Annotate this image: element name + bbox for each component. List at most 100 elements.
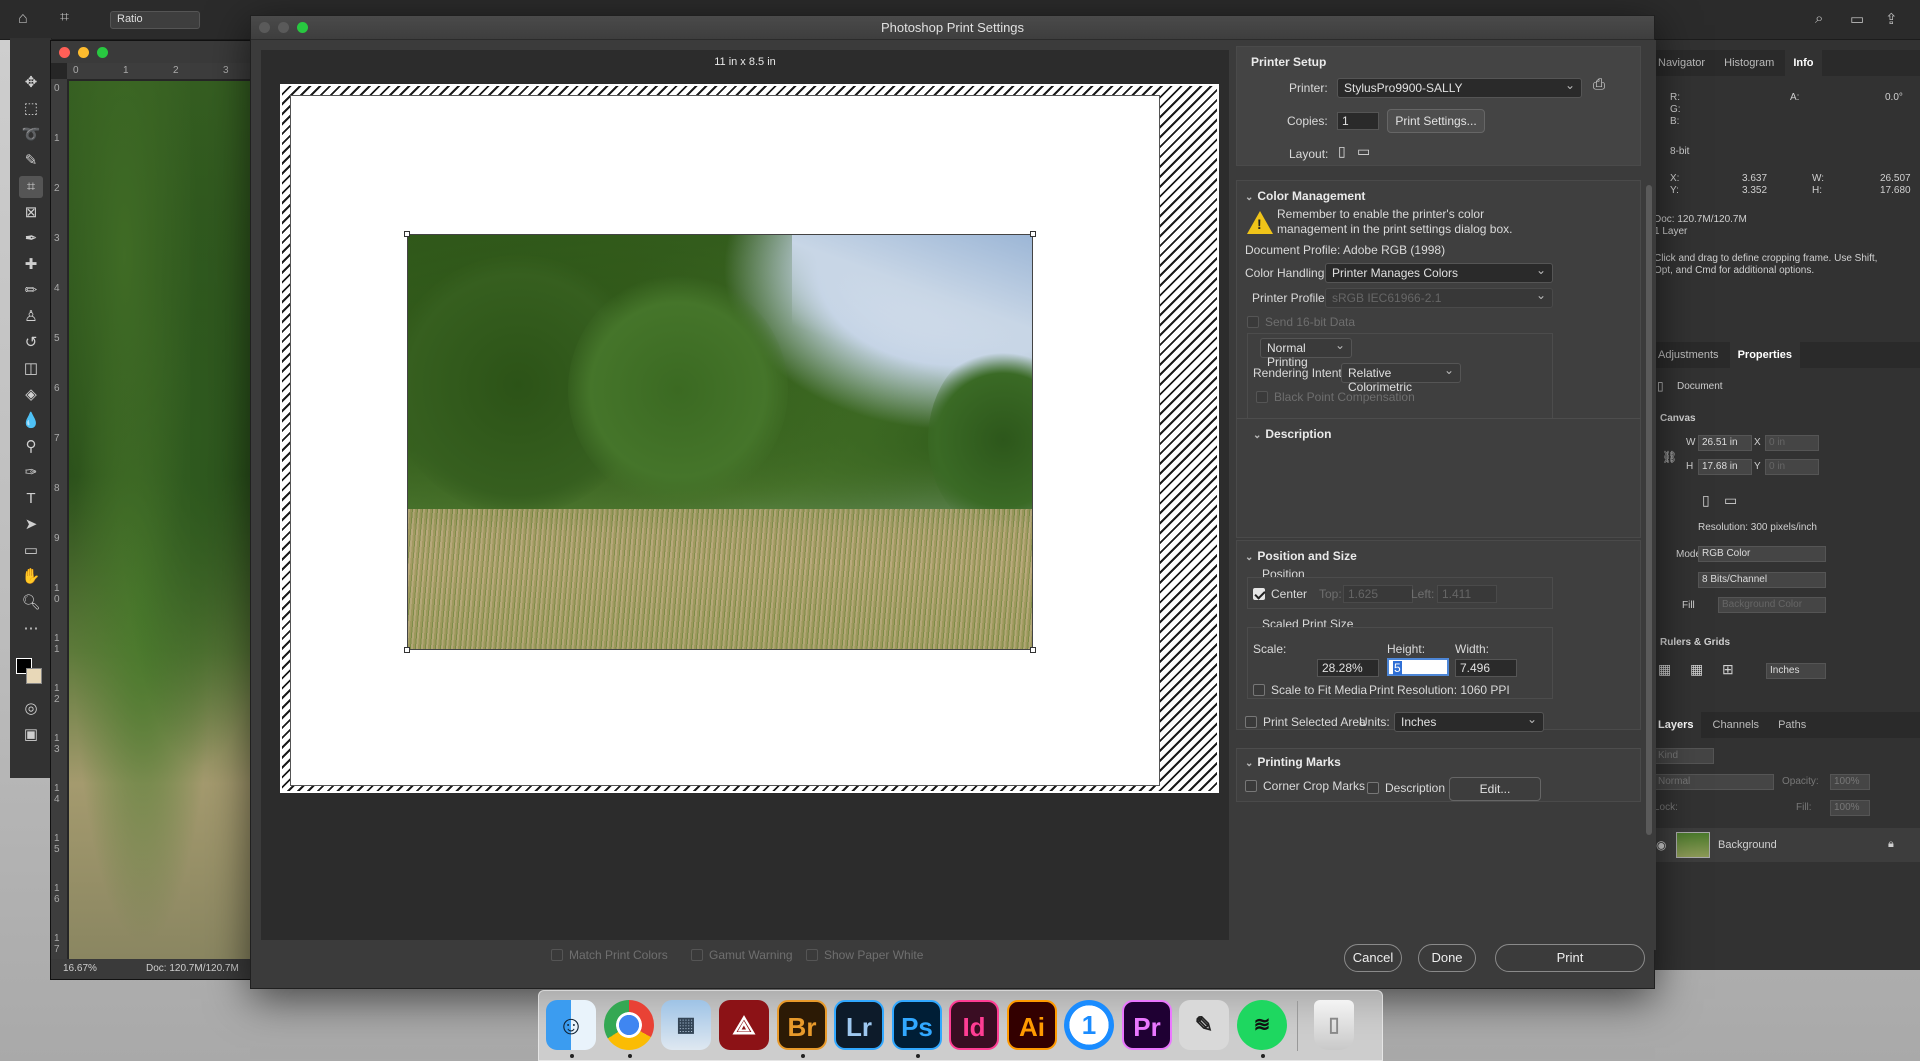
print-preview-image[interactable] (407, 234, 1033, 650)
stamp-tool-icon[interactable]: ♙ (19, 306, 43, 328)
grid-icon[interactable]: ▦ (1690, 661, 1703, 678)
lightroom-icon[interactable]: Lr (834, 1000, 884, 1050)
gamut-warning-checkbox[interactable]: Gamut Warning (691, 948, 793, 962)
show-paper-white-checkbox[interactable]: Show Paper White (806, 948, 923, 962)
tab-navigator[interactable]: Navigator (1650, 50, 1713, 76)
photoshop-icon[interactable]: Ps (892, 1000, 942, 1050)
portrait-icon[interactable]: ▯ (1702, 492, 1710, 509)
minimize-dialog-icon[interactable] (278, 22, 289, 33)
eraser-tool-icon[interactable]: ◫ (19, 358, 43, 380)
done-button[interactable]: Done (1418, 944, 1476, 972)
minimize-window-icon[interactable] (78, 47, 89, 58)
printer-profile-select[interactable]: sRGB IEC61966-2.1 (1325, 288, 1553, 308)
quick-mask-icon[interactable]: ◎ (19, 698, 43, 720)
share-icon[interactable]: ⇪ (1885, 10, 1898, 28)
normal-printing-select[interactable]: Normal Printing (1260, 338, 1352, 369)
copies-input[interactable]: 1 (1337, 112, 1379, 130)
left-input[interactable]: 1.411 (1437, 585, 1497, 603)
layer-name[interactable]: Background (1718, 839, 1777, 851)
width-input[interactable]: 7.496 (1455, 659, 1517, 677)
height-input[interactable]: 5 (1387, 658, 1449, 676)
printing-marks-toggle[interactable]: ⌄ Printing Marks (1245, 755, 1341, 769)
crop-tool-icon[interactable]: ⌗ (60, 9, 69, 27)
landscape-layout-icon[interactable]: ▭ (1357, 143, 1370, 160)
crop-tool-icon[interactable]: ⌗ (19, 176, 43, 198)
healing-tool-icon[interactable]: ✚ (19, 254, 43, 276)
acrobat-icon[interactable]: ⟁ (719, 1000, 769, 1050)
zoom-window-icon[interactable] (97, 47, 108, 58)
description-mark-checkbox[interactable]: Description (1367, 781, 1445, 795)
rectangle-tool-icon[interactable]: ▭ (19, 540, 43, 562)
lasso-tool-icon[interactable]: ➰ (19, 124, 43, 146)
more-tools-icon[interactable]: ⋯ (19, 618, 43, 640)
guides-icon[interactable]: ⊞ (1722, 661, 1734, 678)
chrome-icon[interactable] (604, 1000, 654, 1050)
path-select-tool-icon[interactable]: ➤ (19, 514, 43, 536)
position-size-toggle[interactable]: ⌄ Position and Size (1245, 549, 1357, 563)
illustrator-icon[interactable]: Ai (1007, 1000, 1057, 1050)
ruler-units-select[interactable]: Inches (1766, 663, 1826, 679)
tab-info[interactable]: Info (1785, 50, 1822, 76)
history-brush-tool-icon[interactable]: ↺ (19, 332, 43, 354)
match-print-colors-checkbox[interactable]: Match Print Colors (551, 948, 668, 962)
quick-select-tool-icon[interactable]: ✎ (19, 150, 43, 172)
home-icon[interactable]: ⌂ (18, 10, 28, 28)
spotify-icon[interactable]: ≋ (1237, 1000, 1287, 1050)
pen-tool-icon[interactable]: ✑ (19, 462, 43, 484)
scrollbar-thumb[interactable] (1646, 185, 1652, 835)
script-editor-icon[interactable]: ✎ (1179, 1000, 1229, 1050)
resize-handle-bl[interactable] (404, 647, 410, 653)
fill-select[interactable]: Background Color (1718, 597, 1826, 613)
ratio-select[interactable]: Ratio (110, 11, 200, 29)
zoom-dialog-icon[interactable] (297, 22, 308, 33)
rendering-intent-select[interactable]: Relative Colorimetric (1341, 363, 1461, 394)
printer-add-icon[interactable]: ⎙ (1593, 76, 1605, 93)
canvas-section-header[interactable]: Canvas (1660, 413, 1696, 424)
paint-bucket-tool-icon[interactable]: ◈ (19, 384, 43, 406)
search-icon[interactable]: ⌕ (1815, 10, 1823, 27)
brush-tool-icon[interactable]: ✏ (19, 280, 43, 302)
document-canvas-image[interactable] (69, 81, 254, 959)
canvas-height-field[interactable]: 17.68 in (1698, 459, 1752, 475)
tab-properties[interactable]: Properties (1729, 342, 1801, 368)
background-color-swatch[interactable] (26, 668, 42, 684)
send-16bit-checkbox[interactable]: Send 16-bit Data (1247, 315, 1355, 329)
bit-depth-select[interactable]: 8 Bits/Channel (1698, 572, 1826, 588)
finder-icon[interactable]: ☺ (546, 1000, 596, 1050)
printer-select[interactable]: StylusPro9900-SALLY (1337, 78, 1582, 98)
tab-paths[interactable]: Paths (1770, 712, 1814, 738)
resize-handle-tl[interactable] (404, 231, 410, 237)
cancel-button[interactable]: Cancel (1344, 944, 1402, 972)
close-window-icon[interactable] (59, 47, 70, 58)
close-dialog-icon[interactable] (259, 22, 270, 33)
top-input[interactable]: 1.625 (1343, 585, 1413, 603)
rulers-grids-header[interactable]: Rulers & Grids (1660, 637, 1730, 648)
frame-tool-icon[interactable]: ⊠ (19, 202, 43, 224)
hand-tool-icon[interactable]: ✋ (19, 566, 43, 588)
color-handling-select[interactable]: Printer Manages Colors (1325, 263, 1553, 283)
preview-icon[interactable]: ▦ (661, 1000, 711, 1050)
blend-mode-select[interactable]: Normal (1654, 774, 1774, 790)
visibility-eye-icon[interactable]: ◉ (1656, 838, 1666, 852)
layer-kind-filter[interactable]: Kind (1654, 748, 1714, 764)
tab-layers[interactable]: Layers (1650, 712, 1702, 738)
edit-marks-button[interactable]: Edit... (1449, 777, 1541, 801)
indesign-icon[interactable]: Id (949, 1000, 999, 1050)
print-settings-button[interactable]: Print Settings... (1387, 109, 1485, 133)
landscape-icon[interactable]: ▭ (1724, 492, 1737, 509)
corner-crop-marks-checkbox[interactable]: Corner Crop Marks (1245, 779, 1365, 793)
black-point-checkbox[interactable]: Black Point Compensation (1256, 390, 1415, 404)
type-tool-icon[interactable]: T (19, 488, 43, 510)
print-selected-area-checkbox[interactable]: Print Selected Area (1245, 715, 1366, 729)
ruler-icon[interactable]: ▦ (1658, 661, 1671, 678)
description-toggle[interactable]: ⌄ Description (1253, 427, 1331, 441)
tab-adjustments[interactable]: Adjustments (1650, 342, 1727, 368)
blur-tool-icon[interactable]: 💧 (19, 410, 43, 432)
dodge-tool-icon[interactable]: ⚲ (19, 436, 43, 458)
canvas-x-field[interactable]: 0 in (1765, 435, 1819, 451)
premiere-icon[interactable]: Pr (1122, 1000, 1172, 1050)
trash-icon[interactable]: ▯ (1314, 1000, 1354, 1050)
color-management-toggle[interactable]: ⌄ Color Management (1245, 189, 1365, 203)
scale-to-fit-checkbox[interactable]: Scale to Fit Media (1253, 683, 1367, 697)
portrait-layout-icon[interactable]: ▯ (1338, 143, 1346, 160)
